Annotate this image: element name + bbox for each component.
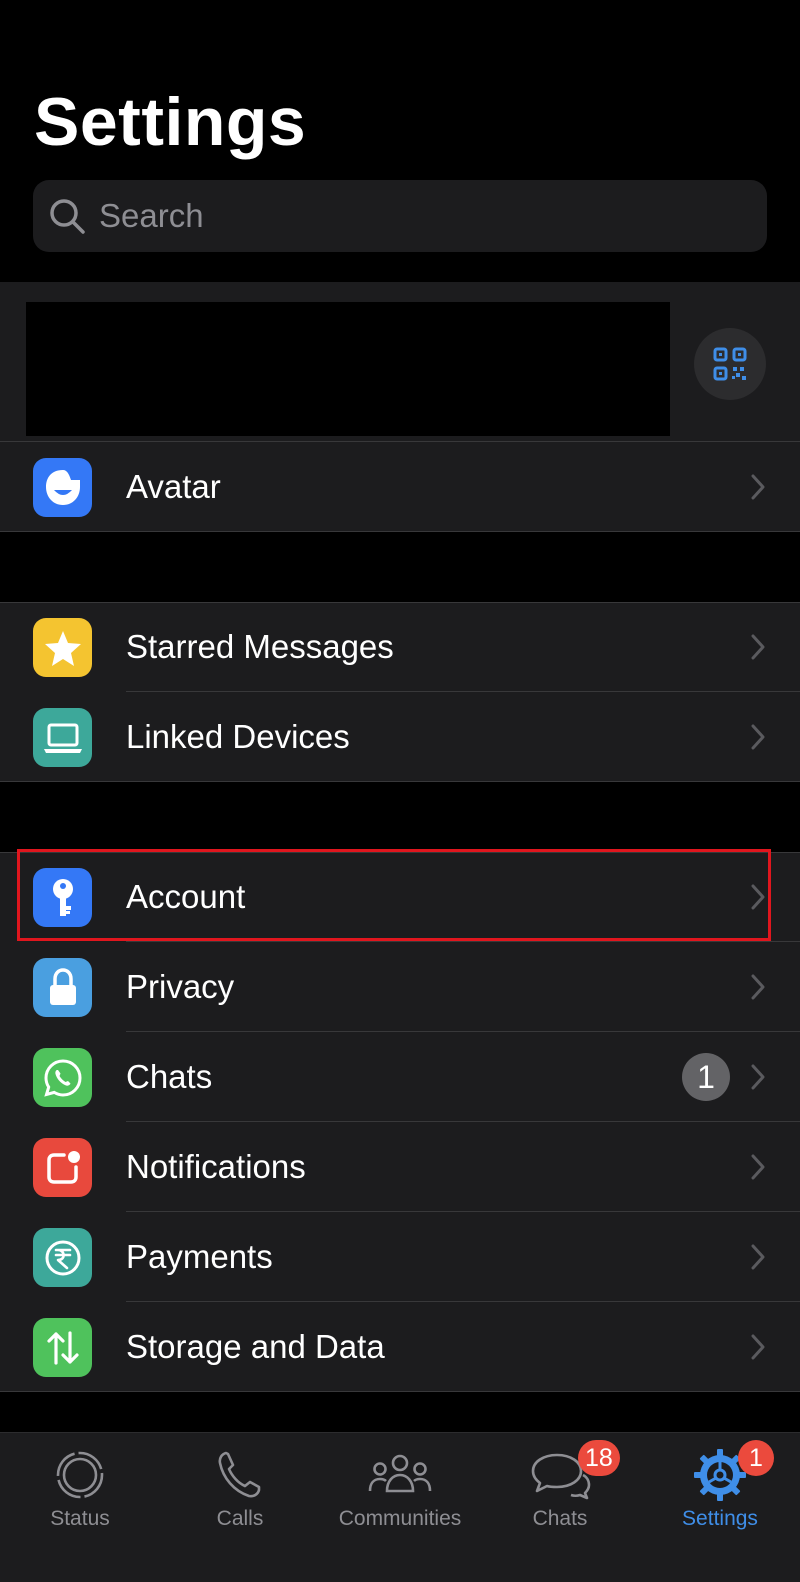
row-notifications[interactable]: Notifications (0, 1122, 800, 1212)
tab-label: Calls (216, 1507, 264, 1530)
search-icon (50, 199, 85, 234)
tab-label: Status (50, 1507, 110, 1530)
tab-calls[interactable]: Calls (160, 1433, 320, 1553)
notification-icon (33, 1138, 92, 1197)
profile-redacted (26, 302, 670, 436)
row-label: Notifications (126, 1148, 306, 1185)
divider (0, 781, 800, 782)
tab-status[interactable]: Status (0, 1433, 160, 1553)
search-bar[interactable] (33, 180, 767, 252)
chevron-right-icon (751, 1334, 765, 1360)
status-icon (56, 1451, 104, 1499)
chevron-right-icon (751, 1064, 765, 1090)
row-label: Storage and Data (126, 1328, 385, 1365)
chevron-right-icon (751, 474, 765, 500)
phone-icon (218, 1451, 261, 1498)
chevron-right-icon (751, 1154, 765, 1180)
row-linked-devices[interactable]: Linked Devices (0, 692, 800, 782)
tab-chats[interactable]: Chats 18 (480, 1433, 640, 1553)
row-label: Avatar (126, 468, 221, 505)
arrows-updown-icon (33, 1318, 92, 1377)
tab-settings[interactable]: Settings 1 (640, 1433, 800, 1553)
lock-icon (33, 958, 92, 1017)
tab-label: Settings (682, 1507, 758, 1530)
row-label: Payments (126, 1238, 273, 1275)
settings-badge: 1 (738, 1440, 774, 1476)
row-payments[interactable]: Payments (0, 1212, 800, 1302)
key-icon (33, 868, 92, 927)
divider (0, 1391, 800, 1392)
tab-communities[interactable]: Communities (320, 1433, 480, 1553)
tab-label: Chats (532, 1507, 588, 1530)
chevron-right-icon (751, 884, 765, 910)
chevron-right-icon (751, 1244, 765, 1270)
avatar-section: Avatar (0, 442, 800, 532)
star-icon (33, 618, 92, 677)
row-label: Privacy (126, 968, 235, 1005)
communities-icon (368, 1454, 432, 1493)
qr-code-icon (713, 347, 747, 381)
row-label: Linked Devices (126, 718, 350, 755)
tab-bar: Status Calls Communities Chats 18 Settin… (0, 1432, 800, 1582)
row-starred-messages[interactable]: Starred Messages (0, 602, 800, 692)
header: Settings (0, 0, 800, 282)
tools-section: Starred Messages Linked Devices (0, 602, 800, 782)
row-storage-and-data[interactable]: Storage and Data (0, 1302, 800, 1392)
chevron-right-icon (751, 634, 765, 660)
settings-section: Account Privacy Chats 1 Notifications Pa… (0, 852, 800, 1392)
row-label: Starred Messages (126, 628, 394, 665)
chevron-right-icon (751, 974, 765, 1000)
row-avatar[interactable]: Avatar (0, 442, 800, 532)
tab-label: Communities (338, 1507, 462, 1530)
avatar-icon (33, 458, 92, 517)
row-privacy[interactable]: Privacy (0, 942, 800, 1032)
whatsapp-icon (33, 1048, 92, 1107)
qr-code-button[interactable] (694, 328, 766, 400)
row-chats[interactable]: Chats 1 (0, 1032, 800, 1122)
row-label: Account (126, 878, 246, 915)
profile-section[interactable] (0, 282, 800, 442)
unread-count-badge: 1 (682, 1053, 730, 1101)
page-title: Settings (34, 84, 307, 160)
chevron-right-icon (751, 724, 765, 750)
row-label: Chats (126, 1058, 213, 1095)
chats-unread-badge: 18 (578, 1440, 620, 1476)
row-account[interactable]: Account (0, 852, 800, 942)
rupee-icon (33, 1228, 92, 1287)
search-input[interactable] (97, 196, 721, 236)
divider (0, 531, 800, 532)
laptop-icon (33, 708, 92, 767)
